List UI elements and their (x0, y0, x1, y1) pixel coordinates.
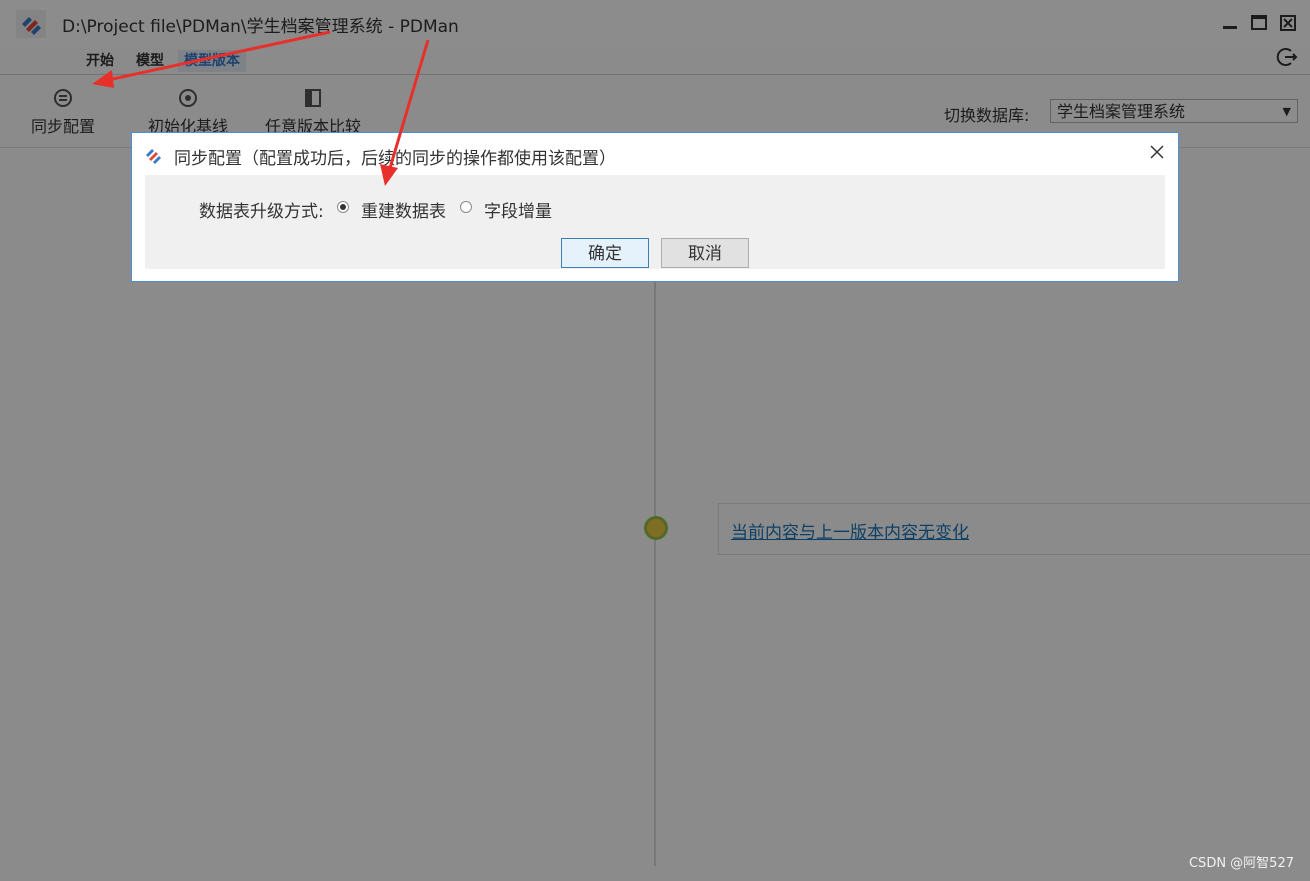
dialog-title: 同步配置（配置成功后，后续的同步的操作都使用该配置） (174, 149, 616, 169)
dialog-body: 数据表升级方式: 重建数据表 字段增量 确定 取消 (145, 175, 1165, 269)
cancel-button[interactable]: 取消 (661, 238, 749, 268)
watermark: CSDN @阿智527 (1188, 856, 1294, 871)
pdman-logo-icon (146, 149, 161, 164)
radio-field-increment-label[interactable]: 字段增量 (484, 197, 552, 222)
upgrade-mode-label: 数据表升级方式: (199, 202, 324, 222)
radio-rebuild-table[interactable] (337, 201, 349, 213)
ok-button[interactable]: 确定 (561, 238, 649, 268)
close-icon[interactable] (1148, 143, 1166, 161)
radio-field-increment[interactable] (460, 201, 472, 213)
radio-rebuild-table-label[interactable]: 重建数据表 (361, 197, 446, 222)
sync-config-dialog: 同步配置（配置成功后，后续的同步的操作都使用该配置） 数据表升级方式: 重建数据… (131, 132, 1179, 282)
